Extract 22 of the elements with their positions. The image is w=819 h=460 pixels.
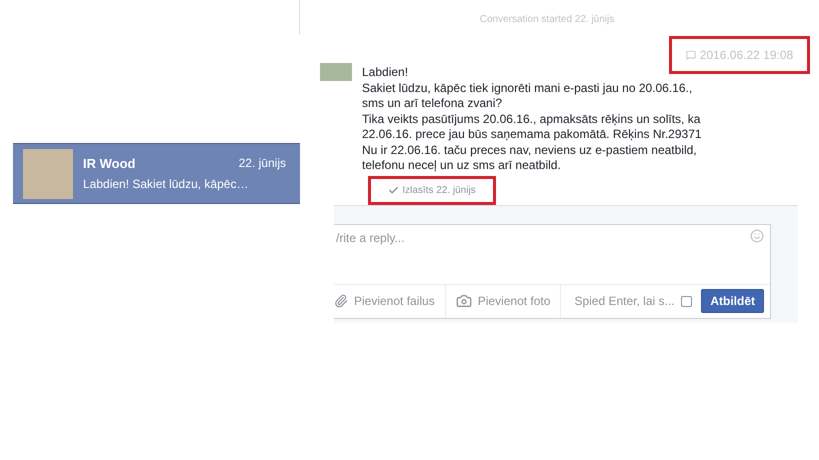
smiley-icon[interactable] xyxy=(750,228,764,242)
attach-files-button[interactable]: Pievienot failus xyxy=(334,284,446,318)
message-preview: Labdien! Sakiet lūdzu, kāpēc… xyxy=(83,176,250,194)
attach-photo-button[interactable]: Pievienot foto xyxy=(446,284,562,318)
message-timestamp: 2016.06.22 19:08 xyxy=(700,47,794,64)
read-receipt: Izlasīts 22. jūnijs xyxy=(402,184,476,198)
avatar-photo-placeholder xyxy=(23,148,73,198)
conversation-item[interactable]: IR Wood 22. jūnijs Labdien! Sakiet lūdzu, kāpēc… xyxy=(13,143,300,204)
send-button[interactable]: Atbildēt xyxy=(701,289,764,313)
camera-icon xyxy=(456,293,472,309)
enter-to-send-label: Spied Enter, lai s... xyxy=(574,293,674,310)
reply-field[interactable]: /rite a reply... xyxy=(334,224,770,284)
avatar-photo-placeholder xyxy=(320,63,352,81)
reply-placeholder: /rite a reply... xyxy=(336,230,404,246)
contact-name: IR Wood xyxy=(83,154,136,173)
paperclip-icon xyxy=(334,294,348,308)
message-icon xyxy=(686,50,696,60)
enter-to-send-checkbox[interactable] xyxy=(680,296,692,306)
conversation-started-text: Conversation started 22. jūnijs xyxy=(480,13,614,27)
conversation-date: 22. jūnijs xyxy=(238,154,286,172)
check-icon xyxy=(388,184,400,196)
message-text: Labdien! Sakiet lūdzu, kāpēc tiek ignorēti mani e-pasti jau no 20.06.16., sms un arī telefona zvani? Tika veikts pasūtījums 20.06.16., apmaksāts rēķins un solīts, ka 22.06.16. prece jau būs saņemama pakomātā. Rēķins Nr.29371 Nu ir 22.06.16. taču preces nav, neviens uz e-pastiem neatbild, telefonu neceļ un uz sms arī neatbild. xyxy=(362,65,702,174)
